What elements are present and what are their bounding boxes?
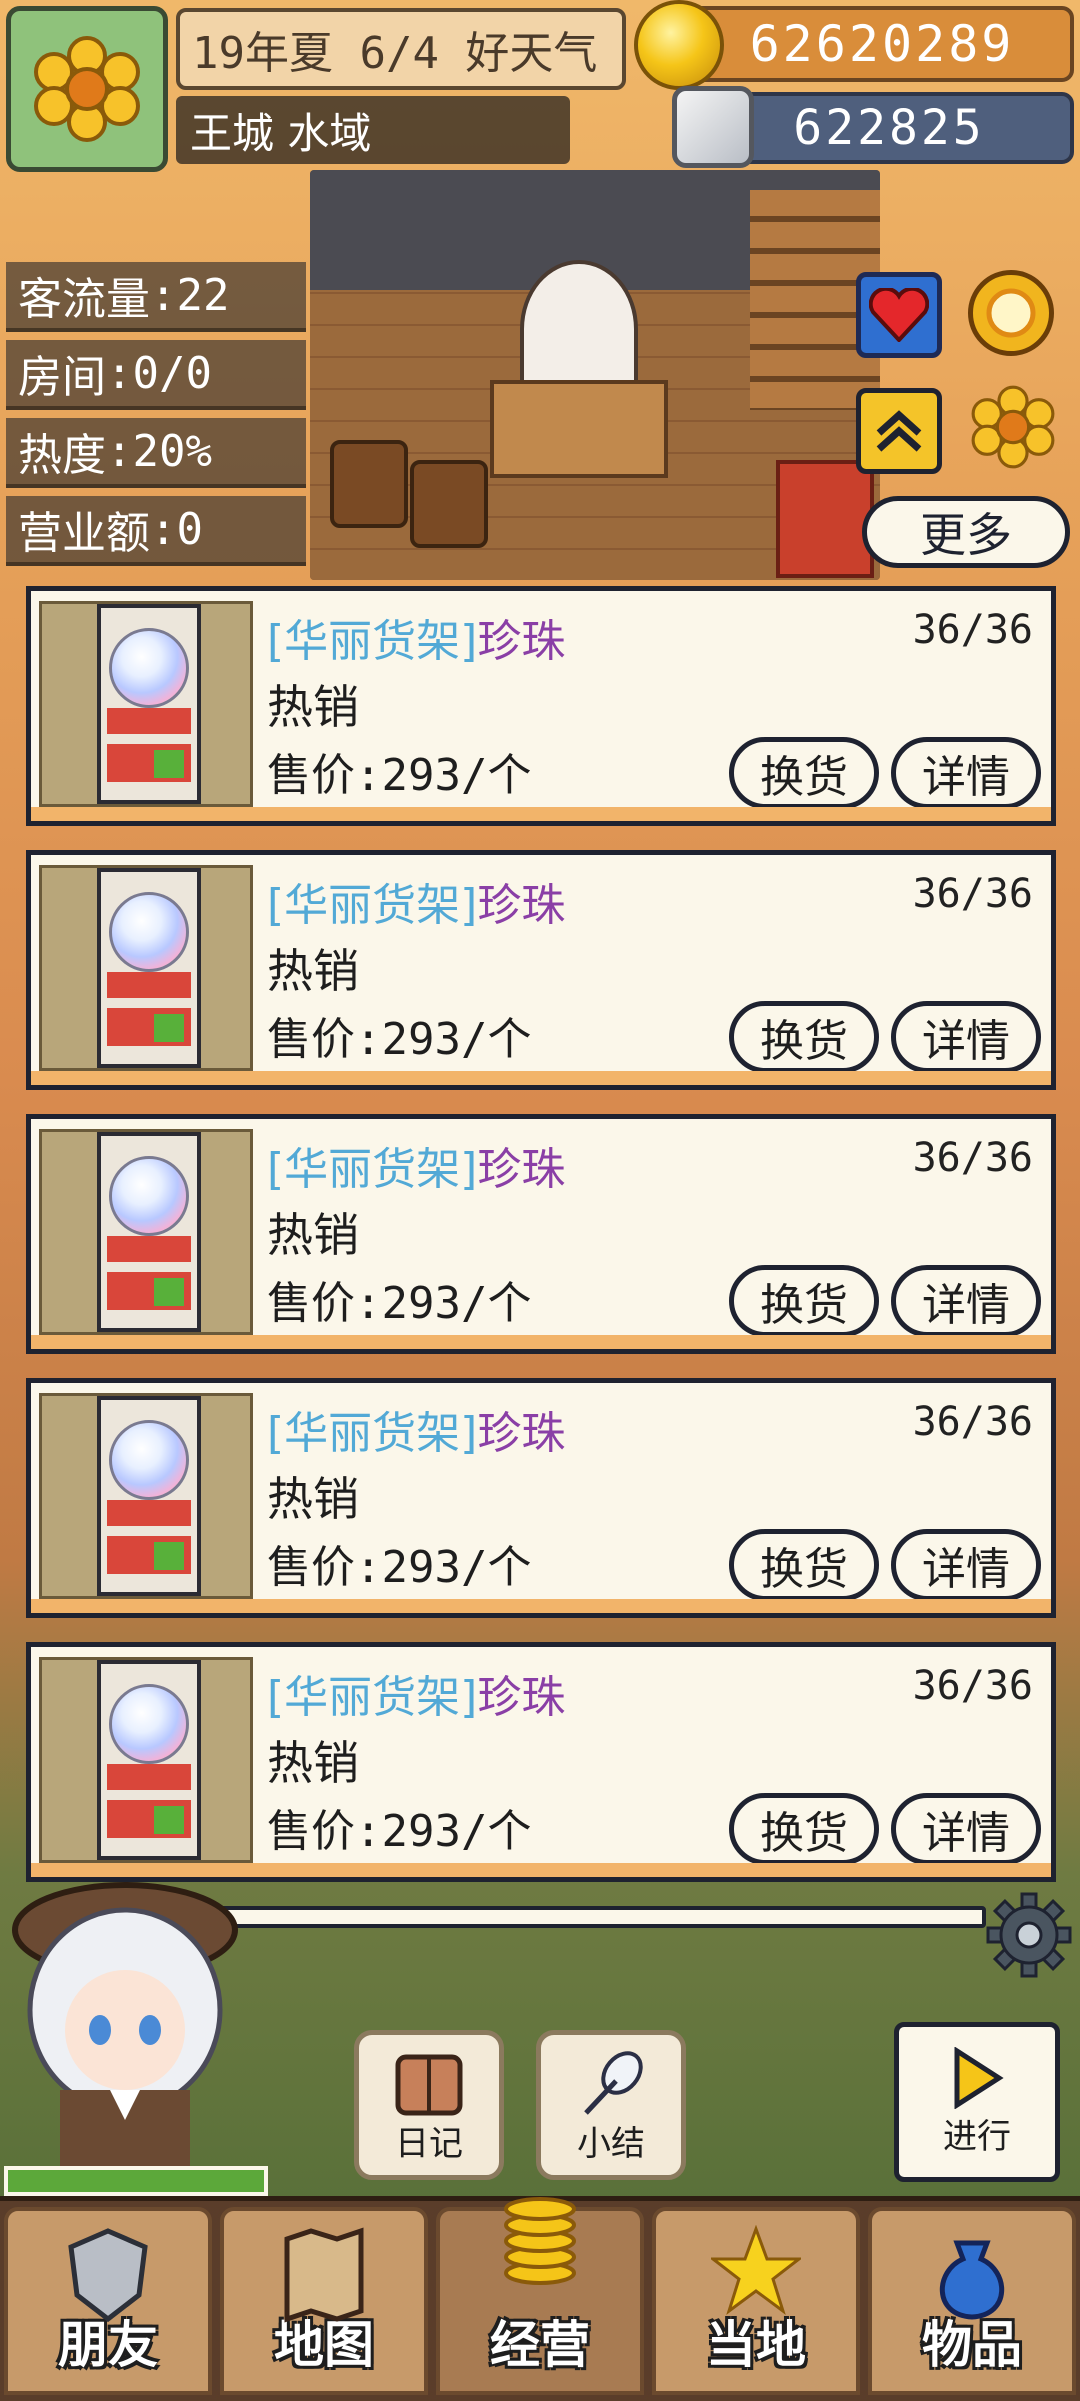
book-icon [395,2054,463,2116]
heart-button[interactable] [856,272,942,358]
swap-goods-button[interactable]: 换货 [729,1001,879,1073]
more-button[interactable]: 更多 [862,496,1070,568]
details-button[interactable]: 详情 [891,1793,1041,1865]
item-title: [华丽货架]珍珠 [267,616,566,667]
play-icon [954,2046,1004,2109]
item-status: 热销 [267,680,359,734]
pearl-icon [109,1684,189,1764]
sun-icon [986,288,1036,338]
item-stock: 36/36 [912,1135,1033,1181]
summary-label: 小结 [577,2124,645,2164]
health-bar [4,2166,268,2196]
shield-icon [68,2228,148,2323]
settings-button[interactable] [984,1890,1074,1980]
swap-goods-button[interactable]: 换货 [729,1265,879,1337]
quill-icon [584,2051,643,2115]
item-status: 热销 [267,944,359,998]
swap-goods-button[interactable]: 换货 [729,737,879,809]
gold-coin-icon [634,0,724,90]
pearl-icon [109,1156,189,1236]
flower-button[interactable] [970,384,1056,470]
nav-local[interactable]: 当地 [652,2207,860,2395]
gold-counter: 62620289 [690,6,1074,82]
stat-popularity: 热度:20% [6,418,306,488]
bag-icon [939,2240,1005,2320]
shelf-card[interactable]: [华丽货架]珍珠 36/36 热销 售价:293/个 换货 详情 [26,1378,1056,1618]
details-button[interactable]: 详情 [891,737,1041,809]
shelf-card[interactable]: [华丽货架]珍珠 36/36 热销 售价:293/个 换货 详情 [26,1114,1056,1354]
bottom-nav: 朋友 地图 经营 当地 物品 [0,2196,1080,2401]
item-price: 售价:293/个 [267,750,532,801]
item-status: 热销 [267,1472,359,1526]
item-title: [华丽货架]珍珠 [267,1144,566,1195]
pearl-icon [109,892,189,972]
item-price: 售价:293/个 [267,1278,532,1329]
map-icon [284,2227,364,2323]
item-price: 售价:293/个 [267,1542,532,1593]
shelf-card[interactable]: [华丽货架]珍珠 36/36 热销 售价:293/个 换货 详情 [26,850,1056,1090]
shelf-card[interactable]: [华丽货架]珍珠 36/36 热销 售价:293/个 换货 详情 [26,586,1056,826]
shelf-thumbnail [39,865,253,1071]
silver-counter: 622825 [704,92,1074,164]
item-title: [华丽货架]珍珠 [267,1408,566,1459]
stat-revenue: 营业额:0 [6,496,306,566]
nav-map[interactable]: 地图 [220,2207,428,2395]
item-price: 售价:293/个 [267,1014,532,1065]
proceed-button[interactable]: 进行 [894,2022,1060,2182]
swap-goods-button[interactable]: 换货 [729,1529,879,1601]
heart-icon [869,288,929,342]
pearl-icon [109,628,189,708]
sun-button[interactable] [968,270,1054,356]
location-label: 王城 水域 [176,96,570,164]
details-button[interactable]: 详情 [891,1529,1041,1601]
item-status: 热销 [267,1736,359,1790]
item-price: 售价:293/个 [267,1806,532,1857]
item-stock: 36/36 [912,1399,1033,1445]
flower-menu-button[interactable] [6,6,168,172]
summary-button[interactable]: 小结 [536,2030,686,2180]
item-title: [华丽货架]珍珠 [267,880,566,931]
shop-scene [310,170,880,580]
shelf-thumbnail [39,1393,253,1599]
proceed-label: 进行 [943,2116,1011,2157]
player-avatar[interactable] [0,1870,270,2170]
item-title: [华丽货架]珍珠 [267,1672,566,1723]
silver-coin-icon [672,86,754,168]
item-stock: 36/36 [912,871,1033,917]
item-status: 热销 [267,1208,359,1262]
details-button[interactable]: 详情 [891,1265,1041,1337]
stat-traffic: 客流量:22 [6,262,306,332]
gear-icon [986,1892,1072,1978]
upgrade-button[interactable] [856,388,942,474]
stat-rooms: 房间:0/0 [6,340,306,410]
swap-goods-button[interactable]: 换货 [729,1793,879,1865]
coins-icon [504,2197,576,2285]
star-icon [711,2225,801,2315]
shelf-thumbnail [39,1129,253,1335]
flower-icon [34,36,140,142]
date-weather-label: 19年夏 6/4 好天气 [176,8,626,90]
shopkeeper-sprite [520,260,638,398]
shelf-card[interactable]: [华丽货架]珍珠 36/36 热销 售价:293/个 换货 详情 [26,1642,1056,1882]
pearl-icon [109,1420,189,1500]
diary-label: 日记 [395,2124,463,2164]
nav-label: 经营 [490,2316,590,2374]
details-button[interactable]: 详情 [891,1001,1041,1073]
flower-icon [971,385,1055,469]
shelf-thumbnail [39,601,253,807]
item-stock: 36/36 [912,607,1033,653]
chevron-up-icon [876,410,922,452]
nav-business[interactable]: 经营 [436,2197,644,2395]
shelf-thumbnail [39,1657,253,1863]
nav-friends[interactable]: 朋友 [4,2207,212,2395]
nav-items[interactable]: 物品 [868,2207,1076,2395]
nav-label: 当地 [706,2316,806,2374]
item-stock: 36/36 [912,1663,1033,1709]
diary-button[interactable]: 日记 [354,2030,504,2180]
